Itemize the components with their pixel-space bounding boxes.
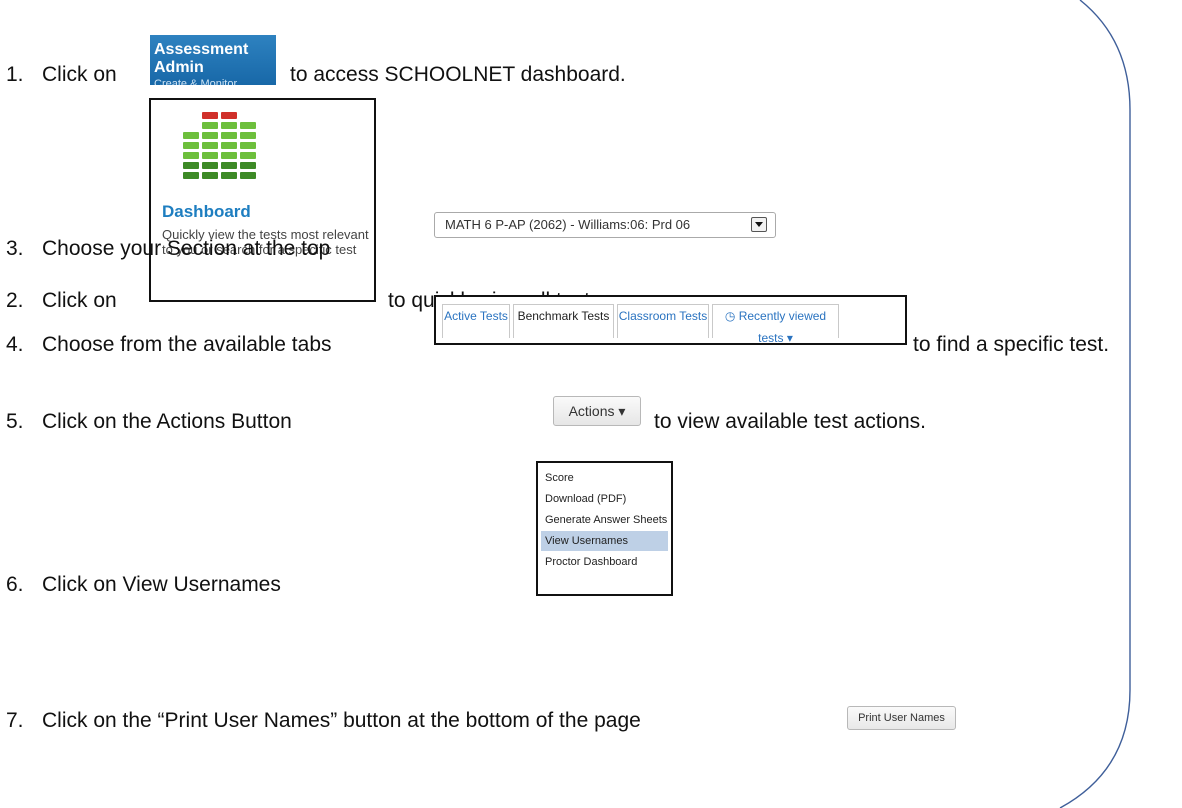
section-select-value: MATH 6 P-AP (2062) - Williams:06: Prd 06 [445,217,691,232]
test-tabs: Active Tests Benchmark Tests Classroom T… [434,295,907,345]
step-number: 3. [6,237,24,260]
menu-item-download-pdf[interactable]: Download (PDF) [541,489,668,509]
step-3-text: Choose your Section at the top [42,237,331,260]
actions-menu: Score Download (PDF) Generate Answer She… [536,461,673,596]
step-5-text-post: to view available test actions. [654,410,926,433]
step-1-text-pre: Click on [42,63,117,86]
step-number: 1. [6,63,24,86]
step-1: 1. Click on [6,63,117,87]
step-number: 7. [6,709,24,732]
step-2-text-pre: Click on [42,289,117,312]
step-number: 6. [6,573,24,596]
step-2: 2. Click on [6,289,117,313]
tab-classroom-tests[interactable]: Classroom Tests [617,304,709,338]
clock-icon: ◷ [724,309,739,323]
equalizer-bars-icon [183,112,256,179]
step-6-text: Click on View Usernames [42,573,281,596]
tab-active-tests[interactable]: Active Tests [442,304,510,338]
section-select[interactable]: MATH 6 P-AP (2062) - Williams:06: Prd 06 [434,212,776,238]
assessment-admin-subtitle: Create & Monitor [154,78,238,85]
step-5-text-pre: Click on the Actions Button [42,410,292,433]
assessment-admin-tile[interactable]: Assessment Admin Create & Monitor [150,35,276,85]
step-3: 3. Choose your Section at the top [6,237,330,261]
step-4: 4. Choose from the available tabs [6,333,332,357]
assessment-admin-title: Assessment Admin [154,41,249,76]
dashboard-tile[interactable]: Dashboard Quickly view the tests most re… [149,98,376,302]
step-number: 4. [6,333,24,356]
tab-benchmark-tests[interactable]: Benchmark Tests [513,304,614,338]
actions-button[interactable]: Actions ▾ [553,396,641,426]
step-1-text-post: to access SCHOOLNET dashboard. [290,63,626,86]
step-number: 5. [6,410,24,433]
menu-item-view-usernames[interactable]: View Usernames [541,531,668,551]
step-6: 6. Click on View Usernames [6,573,281,597]
print-user-names-button[interactable]: Print User Names [847,706,956,730]
menu-item-generate-answer-sheets[interactable]: Generate Answer Sheets [541,510,668,530]
step-7-text: Click on the “Print User Names” button a… [42,709,641,732]
chevron-down-icon[interactable] [751,217,767,232]
tab-recently-viewed-label: Recently viewed tests ▾ [738,309,827,345]
step-5: 5. Click on the Actions Button [6,410,292,434]
dashboard-title: Dashboard [162,202,251,221]
step-7: 7. Click on the “Print User Names” button… [6,709,641,733]
step-4-text-post: to find a specific test. [913,333,1110,356]
menu-item-score[interactable]: Score [541,468,668,488]
step-number: 2. [6,289,24,312]
menu-item-proctor-dashboard[interactable]: Proctor Dashboard [541,552,668,572]
step-4-text-pre: Choose from the available tabs [42,333,332,356]
tab-recently-viewed[interactable]: ◷ Recently viewed tests ▾ [712,304,839,345]
